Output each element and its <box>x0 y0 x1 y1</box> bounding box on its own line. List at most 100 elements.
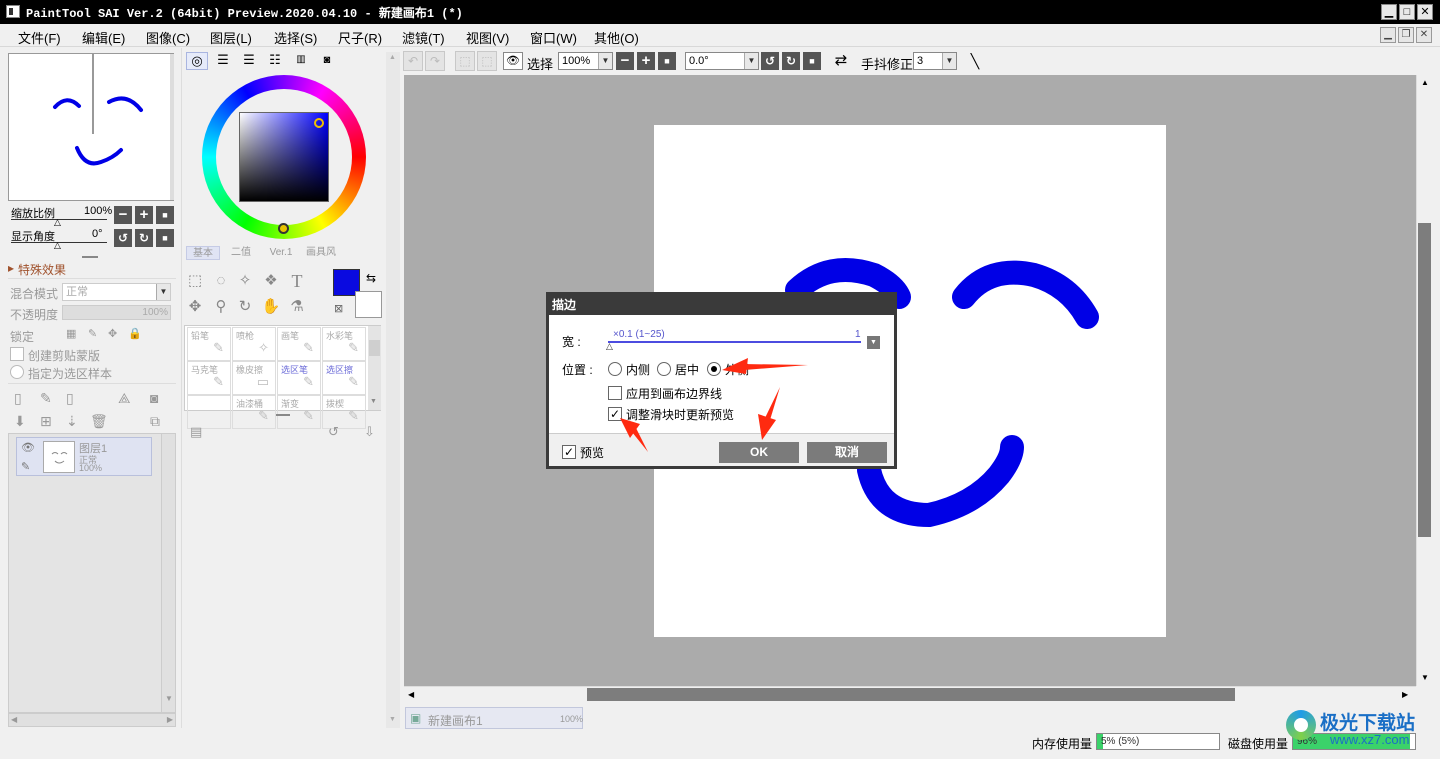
trash-icon[interactable]: 🗑 <box>90 413 108 430</box>
brush-cell[interactable]: 水彩笔 ✎ <box>322 327 366 361</box>
shape-icon[interactable]: ❖ <box>260 270 282 292</box>
canvas-hscrollbar[interactable]: ◀ ▶ <box>404 686 1416 702</box>
magic-wand-icon[interactable]: ✧ <box>234 270 256 292</box>
mdi-minimize-icon[interactable]: ▁ <box>1380 27 1396 43</box>
layer-mask-icon[interactable]: ◙ <box>150 390 158 406</box>
layer-row[interactable]: 👁 ✎ 图层1 正常 100% <box>16 437 152 476</box>
hscroll-thumb[interactable] <box>587 688 1235 701</box>
undo-icon[interactable]: ↶ <box>403 51 423 71</box>
lock-all-icon[interactable]: 🔒 <box>128 327 142 340</box>
opacity-bar[interactable]: 100% <box>62 305 171 320</box>
zoom-in-button[interactable]: + <box>135 206 153 224</box>
splitter-grip[interactable] <box>82 256 98 258</box>
rotate-right-icon[interactable]: ↻ <box>135 229 153 247</box>
add-icon[interactable]: ⊞ <box>40 413 52 430</box>
brush-cell[interactable]: 马克笔 ✎ <box>187 361 231 395</box>
mask-icon[interactable]: ⟁ <box>118 390 131 407</box>
tab-basic[interactable]: 基本 <box>186 246 220 260</box>
rotate-left-icon[interactable]: ↺ <box>114 229 132 247</box>
scratchpad-tab-icon[interactable]: ◙ <box>316 52 338 70</box>
eyedropper-icon[interactable]: ⚗ <box>286 296 308 318</box>
cancel-button[interactable]: 取消 <box>807 442 887 463</box>
ok-button[interactable]: OK <box>719 442 799 463</box>
canvas-vscrollbar[interactable]: ▲ ▼ <box>1416 75 1432 686</box>
vscroll-thumb[interactable] <box>1418 223 1431 537</box>
toolbar-angle-select[interactable]: 0.0° ▼ <box>685 52 759 70</box>
toolbar-rotate-left-icon[interactable]: ↺ <box>761 52 779 70</box>
new-folder-icon[interactable]: ▯ <box>66 390 74 407</box>
pencil-icon[interactable]: ✎ <box>21 460 30 473</box>
lock-move-icon[interactable]: ✥ <box>108 327 117 340</box>
saturation-value-square[interactable] <box>239 112 329 202</box>
live-update-checkbox[interactable]: ✓ <box>608 407 622 421</box>
scroll-left-icon[interactable]: ◀ <box>11 715 17 724</box>
hand-icon[interactable]: ✋ <box>260 296 282 318</box>
text-icon[interactable]: T <box>286 270 308 292</box>
toolbar-zoom-out-button[interactable]: − <box>616 52 634 70</box>
transparent-color-icon[interactable]: ⊠ <box>334 302 343 315</box>
eye-icon[interactable]: 👁 <box>21 441 35 454</box>
brush-settings-icon[interactable]: ▤ <box>190 424 202 440</box>
hue-picker-handle[interactable] <box>278 223 289 234</box>
mdi-restore-icon[interactable]: ❐ <box>1398 27 1414 43</box>
brush-cell[interactable]: 油漆桶 ✎ <box>232 395 276 429</box>
brush-grid-scrollbar[interactable]: ▼ <box>368 326 381 410</box>
zoom-out-button[interactable]: − <box>114 206 132 224</box>
angle-slider-handle[interactable]: △ <box>54 240 61 251</box>
menu-layer[interactable]: 图层(L) <box>210 28 252 47</box>
clip-mask-checkbox[interactable] <box>10 347 24 361</box>
menu-edit[interactable]: 编辑(E) <box>82 28 125 47</box>
brush-reset-icon[interactable]: ↺ <box>328 424 339 440</box>
stabilizer-select[interactable]: 3 ▼ <box>913 52 957 70</box>
straight-line-icon[interactable]: ╲ <box>965 51 985 71</box>
invert-selection-icon[interactable]: ⬚ <box>477 51 497 71</box>
vscroll-up-icon[interactable]: ▲ <box>1421 78 1429 87</box>
color-wheel-tab-icon[interactable]: ◎ <box>186 52 208 70</box>
brush-cell[interactable]: 橡皮擦 ▭ <box>232 361 276 395</box>
width-slider-handle[interactable]: △ <box>606 341 613 352</box>
menu-ruler[interactable]: 尺子(R) <box>338 28 382 47</box>
width-slider[interactable] <box>608 341 861 343</box>
tab-binary[interactable]: 二值 <box>226 246 256 260</box>
swap-colors-icon[interactable]: ⇆ <box>366 271 376 285</box>
menu-view[interactable]: 视图(V) <box>466 28 509 47</box>
merge-down-icon[interactable]: ⬇ <box>14 413 26 430</box>
new-layer-icon[interactable]: ▯ <box>14 390 22 407</box>
tab-ver1[interactable]: Ver.1 <box>264 246 298 260</box>
menu-image[interactable]: 图像(C) <box>146 28 190 47</box>
zoom-slider-handle[interactable]: △ <box>54 217 61 228</box>
hscroll-left-icon[interactable]: ◀ <box>408 690 414 699</box>
secondary-color-swatch[interactable] <box>355 291 382 318</box>
tab-painterly[interactable]: 画具风 <box>302 246 340 260</box>
move-icon[interactable]: ✥ <box>184 296 206 318</box>
effects-toggle-icon[interactable]: ▸ <box>8 261 14 275</box>
blend-mode-select[interactable]: 正常 ▼ <box>62 283 171 301</box>
rotate-icon[interactable]: ↻ <box>234 296 256 318</box>
preview-checkbox[interactable]: ✓ <box>562 445 576 459</box>
rgb-slider-tab-icon[interactable]: ☰ <box>212 52 234 70</box>
menu-filter[interactable]: 滤镜(T) <box>402 28 445 47</box>
combine-icon[interactable]: ⧉ <box>150 413 160 430</box>
deselect-icon[interactable]: ⬚ <box>455 51 475 71</box>
swatch-tab-icon[interactable]: ▥ <box>290 52 312 70</box>
hscroll-right-icon[interactable]: ▶ <box>1402 690 1408 699</box>
brush-cell[interactable]: 选区笔 ✎ <box>277 361 321 395</box>
menu-window[interactable]: 窗口(W) <box>530 28 577 47</box>
panel-scrollbar[interactable]: ▲ ▼ <box>386 52 400 728</box>
mixer-tab-icon[interactable]: ☷ <box>264 52 286 70</box>
minimize-button[interactable]: ▁ <box>1381 4 1397 20</box>
hsv-slider-tab-icon[interactable]: ☰ <box>238 52 260 70</box>
rect-select-icon[interactable]: ⬚ <box>184 270 206 292</box>
layer-list-hscrollbar[interactable]: ◀ ▶ <box>8 713 176 727</box>
toolbar-zoom-in-button[interactable]: + <box>637 52 655 70</box>
menu-file[interactable]: 文件(F) <box>18 28 61 47</box>
mdi-close-icon[interactable]: ✕ <box>1416 27 1432 43</box>
width-dropdown-icon[interactable]: ▼ <box>867 336 880 349</box>
flip-horizontal-icon[interactable]: ⇄ <box>831 51 851 71</box>
layer-list-scrollbar[interactable]: ▼ <box>161 434 175 712</box>
new-layer-set-icon[interactable]: ✎ <box>40 390 52 407</box>
toolbar-rotate-right-icon[interactable]: ↻ <box>782 52 800 70</box>
zoom-reset-button[interactable]: ■ <box>156 206 174 224</box>
brush-scroll-down-icon[interactable]: ▼ <box>370 398 377 405</box>
maximize-button[interactable]: □ <box>1399 4 1415 20</box>
